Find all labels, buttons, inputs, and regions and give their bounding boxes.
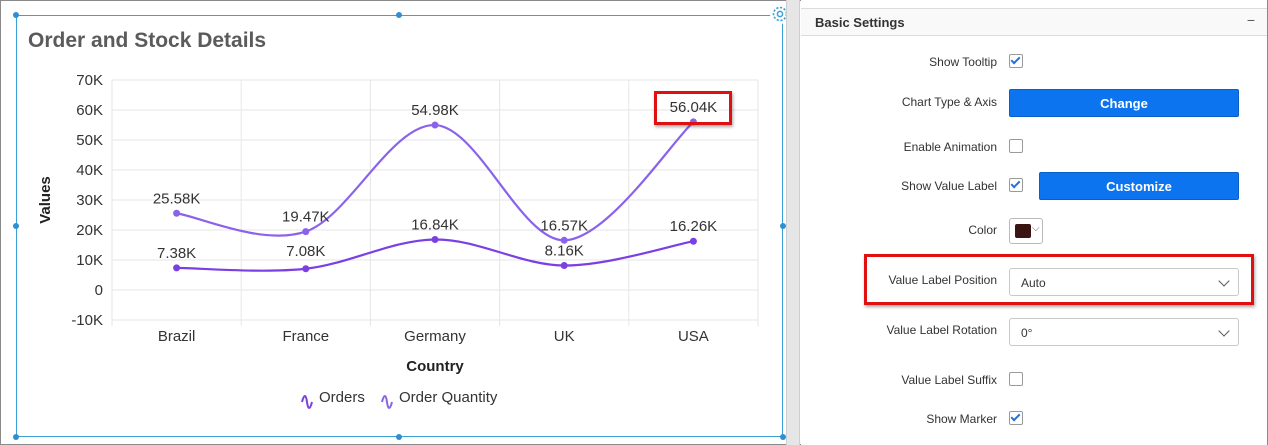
data-label: 7.38K: [157, 245, 196, 262]
legend-marker-icon: [301, 395, 313, 409]
legend-item[interactable]: Order Quantity: [399, 389, 498, 406]
color-label: Color: [968, 223, 997, 237]
legend-item[interactable]: Orders: [319, 389, 365, 406]
y-tick-label: 60K: [76, 102, 103, 119]
y-tick-label: 50K: [76, 132, 103, 149]
data-point: [173, 264, 181, 272]
value-label-suffix-checkbox[interactable]: [1009, 372, 1023, 386]
x-tick-label: Brazil: [158, 328, 196, 345]
x-tick-label: UK: [554, 328, 575, 345]
show-value-label-checkbox[interactable]: [1009, 178, 1023, 192]
enable-animation-label: Enable Animation: [903, 140, 997, 154]
data-label: 25.58K: [153, 190, 201, 207]
check-icon: [1010, 178, 1021, 189]
data-label: 7.08K: [286, 243, 325, 260]
x-axis-title: Country: [406, 358, 464, 375]
data-label: 54.98K: [411, 102, 459, 119]
show-marker-checkbox[interactable]: [1009, 411, 1023, 425]
value-label-rotation-label: Value Label Rotation: [886, 323, 997, 337]
panel-title: Basic Settings: [815, 15, 905, 30]
color-picker[interactable]: ⌵: [1009, 218, 1043, 244]
data-point: [689, 237, 697, 245]
x-tick-label: France: [282, 328, 329, 345]
y-tick-label: -10K: [71, 312, 103, 329]
value-label-rotation-value: 0°: [1021, 326, 1033, 340]
customize-button[interactable]: Customize: [1039, 172, 1239, 200]
color-swatch: [1015, 224, 1031, 238]
enable-animation-checkbox[interactable]: [1009, 139, 1023, 153]
show-value-label-label: Show Value Label: [901, 179, 997, 193]
legend-marker-icon: [381, 395, 393, 409]
y-tick-label: 0: [95, 282, 103, 299]
x-tick-label: Germany: [404, 328, 466, 345]
data-point: [302, 228, 310, 236]
y-axis-title: Values: [37, 176, 54, 224]
data-label: 16.84K: [411, 216, 459, 233]
data-label: 8.16K: [545, 243, 584, 260]
data-point: [560, 262, 568, 270]
chart-type-axis-label: Chart Type & Axis: [901, 95, 997, 109]
check-icon: [1010, 411, 1021, 422]
panel-header[interactable]: Basic Settings −: [801, 8, 1267, 36]
chevron-down-icon: ⌵: [1032, 223, 1040, 234]
highlight-box-value-label: [654, 91, 732, 125]
show-tooltip-checkbox[interactable]: [1009, 54, 1023, 68]
change-button[interactable]: Change: [1009, 89, 1239, 117]
collapse-icon[interactable]: −: [1247, 12, 1255, 28]
data-label: 19.47K: [282, 209, 330, 226]
show-marker-label: Show Marker: [926, 412, 997, 426]
value-label-rotation-dropdown[interactable]: 0°: [1009, 318, 1239, 346]
data-point: [173, 209, 181, 217]
highlight-box-position: [864, 254, 1254, 305]
x-tick-label: USA: [678, 328, 709, 345]
y-tick-label: 40K: [76, 162, 103, 179]
show-tooltip-label: Show Tooltip: [929, 55, 997, 69]
data-point: [431, 121, 439, 129]
y-tick-label: 10K: [76, 252, 103, 269]
data-point: [560, 236, 568, 244]
data-label: 16.26K: [670, 218, 718, 235]
splitter-bar[interactable]: [786, 0, 800, 445]
data-label: 16.57K: [540, 217, 588, 234]
series-line-0: [176, 238, 694, 272]
data-point: [302, 265, 310, 273]
y-tick-label: 20K: [76, 222, 103, 239]
line-chart: -10K 0 10K 20K 30K 40K 50K 60K 70K Brazil France Ge…: [37, 72, 759, 409]
y-tick-label: 30K: [76, 192, 103, 209]
y-tick-label: 70K: [76, 72, 103, 89]
data-point: [431, 235, 439, 243]
value-label-suffix-label: Value Label Suffix: [901, 373, 997, 387]
chevron-down-icon: [1218, 325, 1230, 337]
check-icon: [1010, 54, 1021, 65]
settings-panel: Basic Settings − Show Tooltip Chart Type…: [801, 0, 1267, 445]
